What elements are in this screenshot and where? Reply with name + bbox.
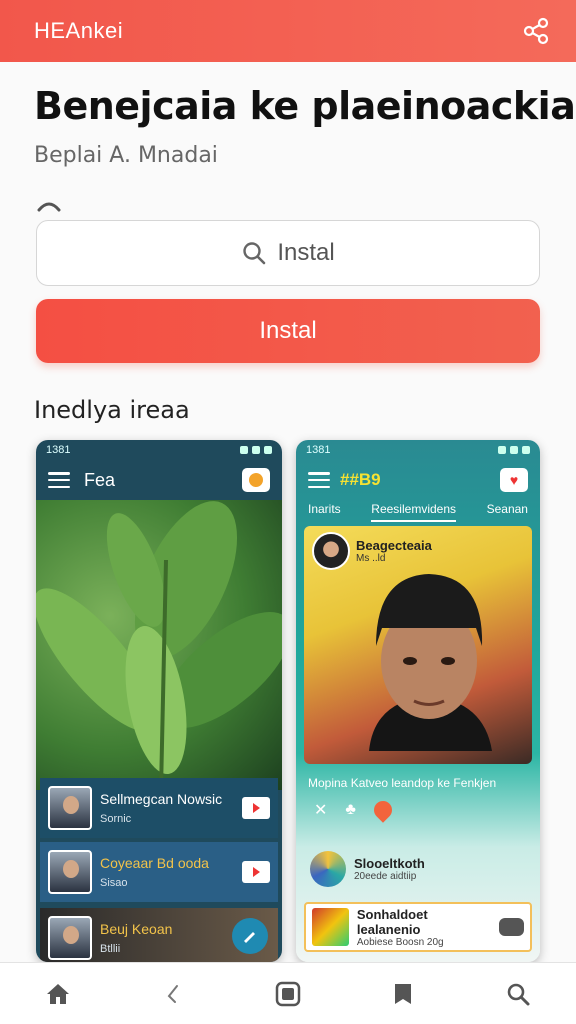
avatar [48,850,92,894]
chat-icon[interactable] [242,468,270,492]
list-item-title: Sonhaldoet lealanenio [356,906,428,937]
status-icons [240,446,272,454]
list-item-sub: Sornic [100,813,132,825]
channel-name: Beagecteaia [356,538,432,553]
like-icon[interactable]: ♣ [345,801,356,819]
top-bar: HEAnkei [0,0,576,62]
phone2-logo: ##B9 [340,470,381,489]
list-item-title: Sellmegcan Nowsic [100,791,223,807]
share-icon[interactable] [522,17,550,45]
list-item-title: Slooeltkoth [354,856,425,871]
screenshot-phone-2[interactable]: 1381 ##B9 ♥ Inarits Reesilemvidens Seana… [296,440,540,962]
shuffle-icon[interactable]: ✕ [314,800,327,820]
person-image [369,574,492,751]
status-time: 1381 [306,444,331,456]
tab-3[interactable]: Seanan [487,502,528,522]
avatar [310,851,346,887]
phone2-header: ##B9 ♥ [296,460,540,500]
menu-icon[interactable] [48,472,70,488]
vr-icon[interactable] [498,918,524,936]
video-caption: Mopina Katveo leandop ke Fenkjen [308,776,497,790]
tab-2[interactable]: Reesilemvidens [371,502,456,522]
video-thumbnail[interactable]: Beagecteaia Ms ..ld [304,526,532,764]
section-label: Inedlya ireaa [34,396,190,424]
play-icon[interactable] [242,797,270,819]
phone2-tabs: Inarits Reesilemvidens Seanan [296,502,540,522]
app-title: HEAnkei [34,18,124,43]
status-bar: 1381 [36,440,282,460]
channel-info: Beagecteaia Ms ..ld [312,532,432,570]
phone1-title: Fea [84,469,116,490]
list-item-title: Coyeaar Bd ooda [100,855,209,871]
home-icon[interactable] [43,979,73,1009]
list-item-sub: Sisao [100,877,128,889]
status-bar: 1381 [296,440,540,460]
plant-image [36,500,282,790]
action-row: ✕ ♣ [314,797,396,823]
avatar [48,916,92,960]
list-item-sub: Aobiese Boosn 20g [356,936,444,948]
status-time: 1381 [46,444,71,456]
avatar [48,786,92,830]
edit-icon[interactable] [232,918,268,954]
back-icon[interactable] [158,979,188,1009]
caret-up-icon[interactable] [36,198,62,212]
status-icons [498,446,530,454]
page-title: Benejcaia ke plaeinoackia [34,84,576,128]
search-icon [243,242,266,265]
list-item[interactable]: Beuj Keoan Btllii [40,908,278,962]
channel-sub: Ms ..ld [356,553,386,564]
list-item-sub: 20eede aidtiip [354,871,417,882]
search-icon[interactable] [503,979,533,1009]
tab-1[interactable]: Inarits [308,502,341,522]
bottom-nav [0,962,576,1024]
thumbnail [312,908,349,946]
list-icon[interactable] [308,472,330,488]
install-button[interactable]: Instal [36,299,540,363]
bookmark-icon[interactable] [388,979,418,1009]
avatar [312,532,350,570]
location-icon[interactable] [370,797,396,823]
phone1-header: Fea [36,460,282,500]
list-item[interactable]: Sellmegcan Nowsic Sornic [40,778,278,838]
list-item[interactable]: Coyeaar Bd ooda Sisao [40,842,278,902]
heart-icon[interactable]: ♥ [500,468,528,492]
play-icon[interactable] [242,861,270,883]
search-input[interactable]: Instal [36,220,540,286]
list-item[interactable]: Sonhaldoet lealanenio Aobiese Boosn 20g [304,902,532,952]
list-item[interactable]: Slooeltkoth 20eede aidtiip [304,844,532,894]
page-subtitle: Beplai A. Mnadai [34,143,218,168]
search-placeholder: Instal [277,239,335,266]
screenshot-phone-1[interactable]: 1381 Fea Sellmegcan Nowsic Sornic Coyeaa… [36,440,282,962]
apps-icon[interactable] [273,979,303,1009]
